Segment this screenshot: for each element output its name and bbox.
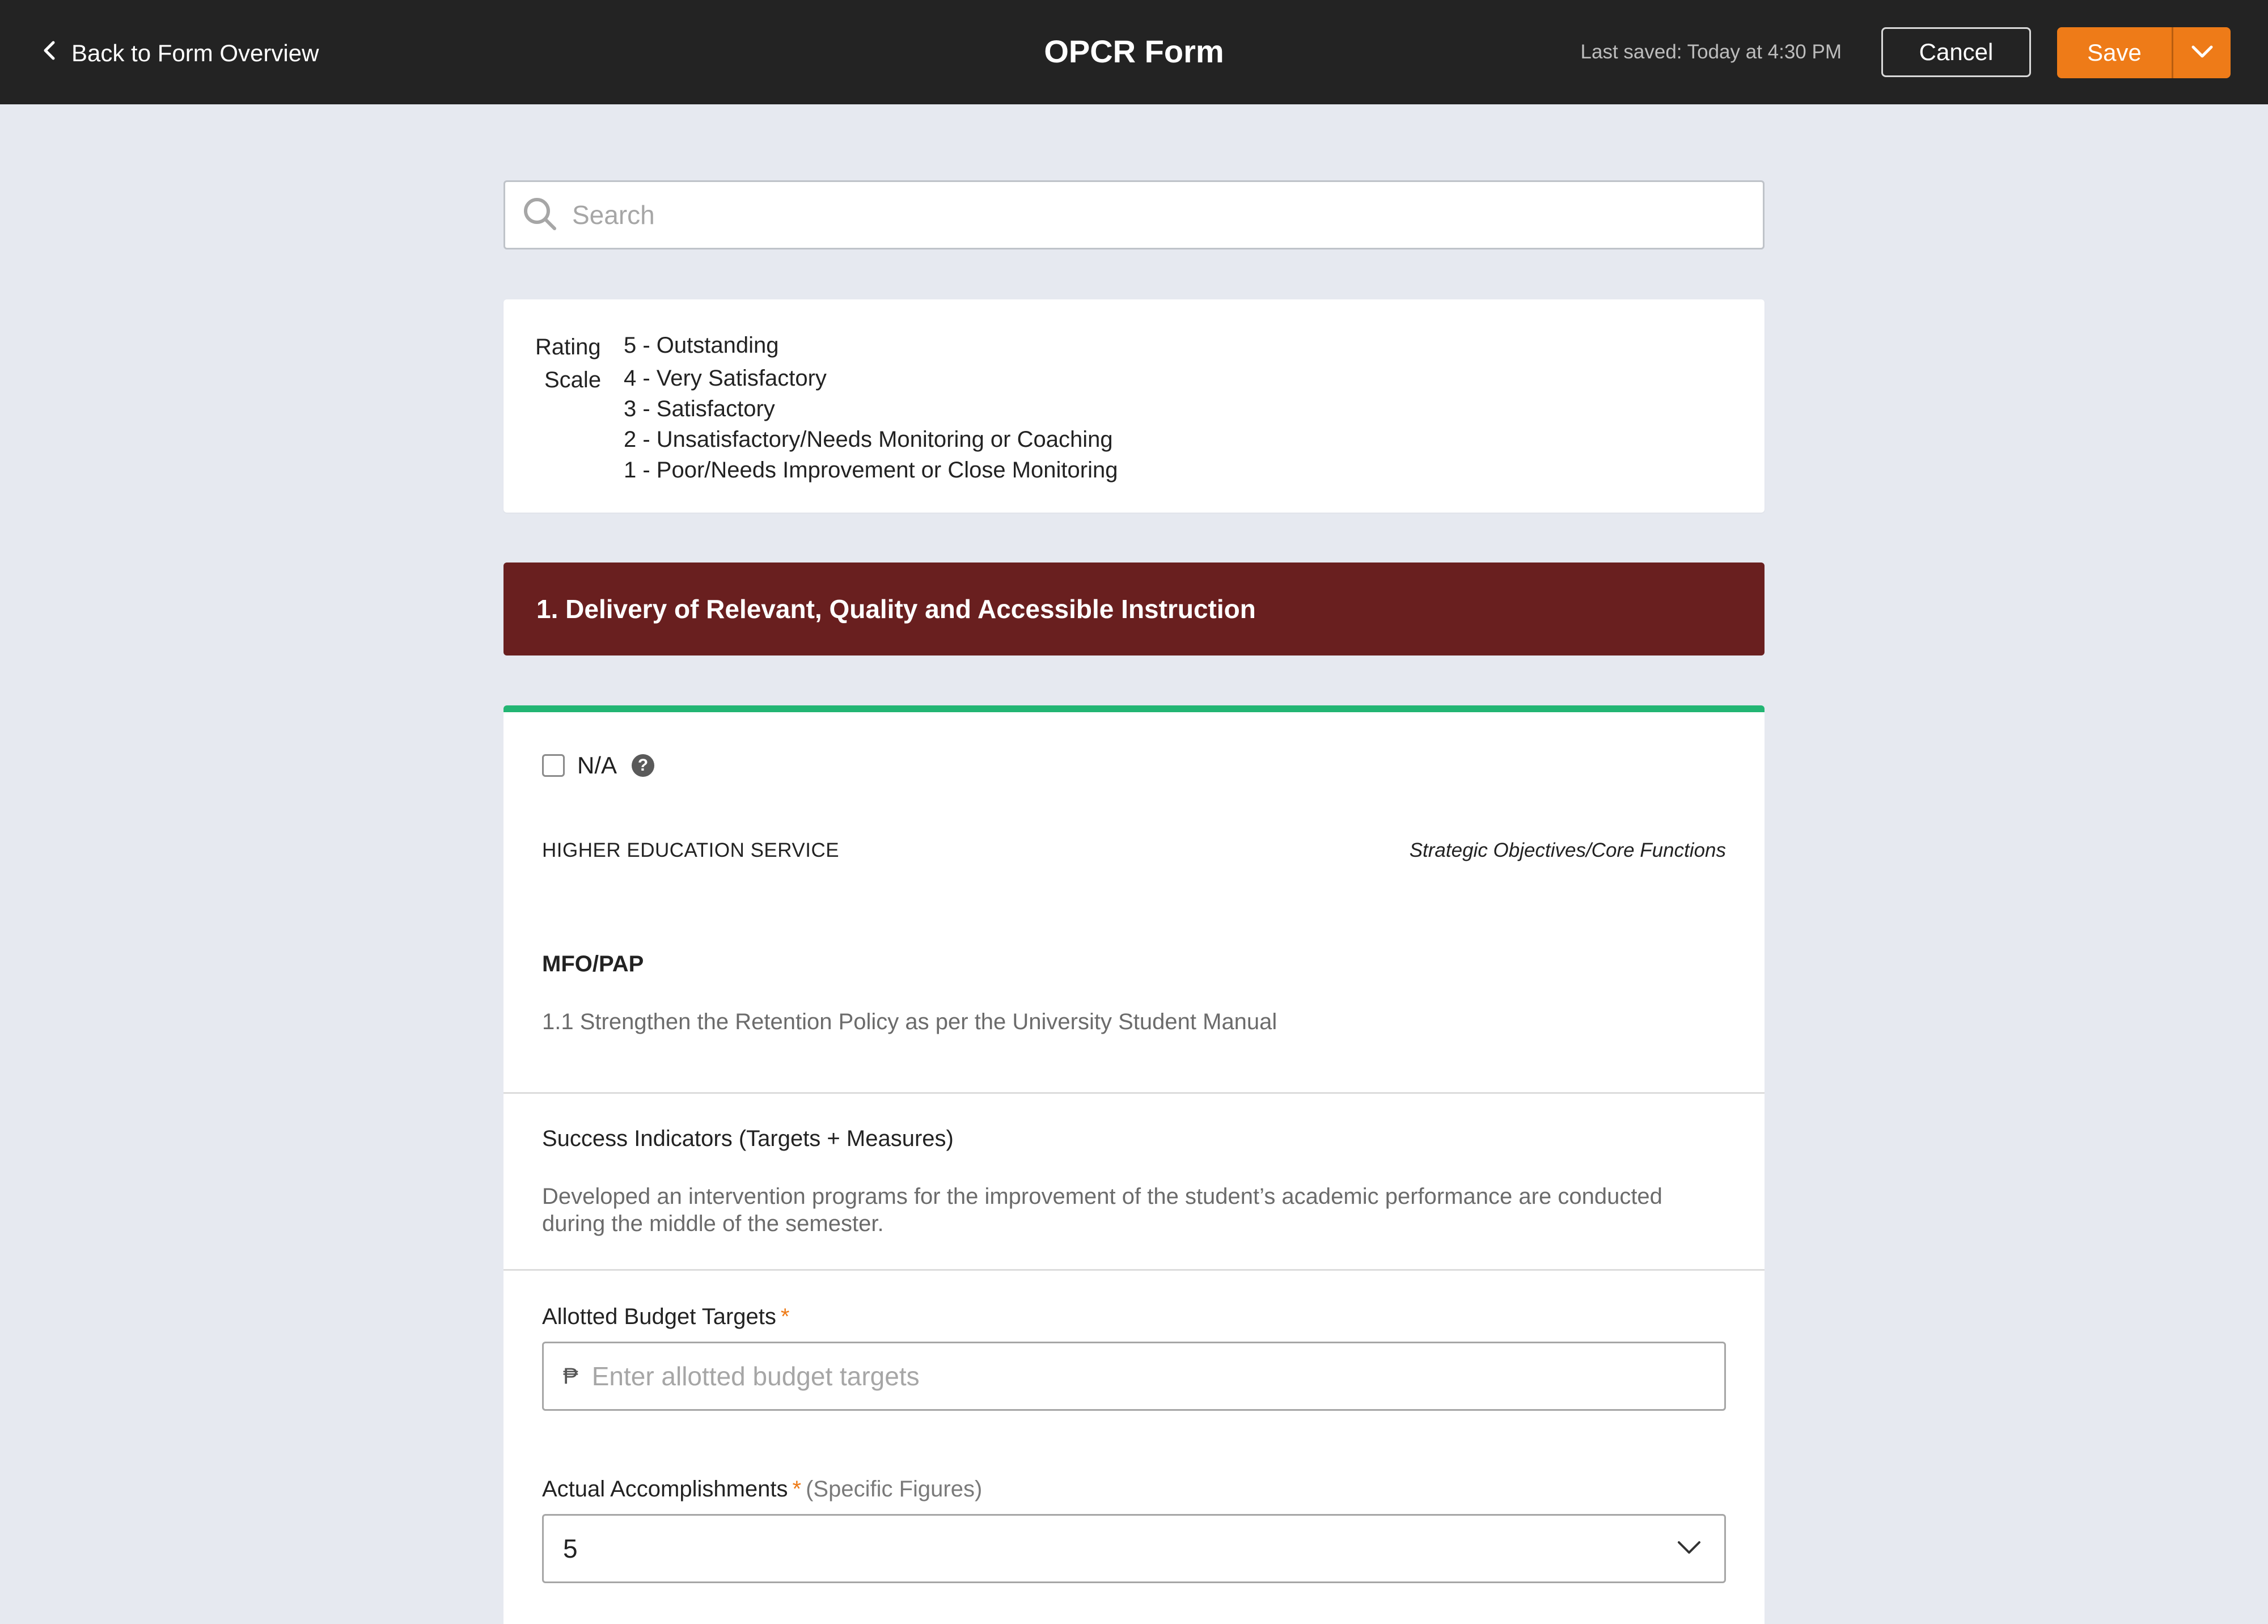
accomplishments-label-text: Actual Accomplishments [542,1477,788,1502]
success-indicators-title: Success Indicators (Targets + Measures) [542,1126,954,1151]
rating-label-line2: Scale [544,367,602,392]
na-checkbox[interactable] [542,754,565,777]
card-status-accent [503,705,1765,712]
help-icon[interactable]: ? [632,754,655,777]
peso-icon: ₱ [563,1363,578,1389]
accomplishments-select[interactable]: 5 [542,1514,1726,1583]
save-options-dropdown[interactable] [2172,27,2231,78]
rating-item: 3 - Satisfactory [624,396,775,421]
search-icon [505,196,571,234]
divider [503,1269,1765,1271]
budget-label: Allotted Budget Targets * [542,1304,789,1330]
mfo-pap-text: 1.1 Strengthen the Retention Policy as p… [542,1009,1277,1034]
search-box [503,180,1765,249]
help-glyph: ? [637,756,649,775]
search-input[interactable] [571,181,1763,248]
na-option: N/A ? [542,752,655,779]
chevron-down-icon [1677,1540,1724,1558]
budget-field: ₱ [542,1342,1726,1411]
na-label: N/A [577,752,617,779]
rating-scale-card: Rating Scale 5 - Outstanding 4 - Very Sa… [503,299,1765,513]
rating-scale-list: 5 - Outstanding 4 - Very Satisfactory 3 … [624,330,1118,485]
budget-label-text: Allotted Budget Targets [542,1304,776,1329]
section-header: 1. Delivery of Relevant, Quality and Acc… [503,563,1765,655]
page-title: OPCR Form [1044,33,1224,69]
save-button-group: Save [2057,27,2231,78]
required-mark: * [792,1477,802,1502]
required-mark: * [780,1304,790,1329]
last-saved-status: Last saved: Today at 4:30 PM [1580,41,1842,63]
form-item-card: N/A ? HIGHER EDUCATION SERVICE Strategic… [503,705,1765,1624]
rating-item: 5 - Outstanding [624,333,779,358]
mfo-pap-title: MFO/PAP [542,951,644,976]
rating-item: 4 - Very Satisfactory [624,366,827,391]
accomplishments-label: Actual Accomplishments * (Specific Figures… [542,1477,982,1502]
divider [503,1092,1765,1094]
budget-input[interactable] [590,1360,1724,1392]
rating-item: 2 - Unsatisfactory/Needs Monitoring or C… [624,427,1113,452]
top-bar: Back to Form Overview OPCR Form Last sav… [0,0,2268,104]
save-button[interactable]: Save [2057,27,2172,78]
back-to-overview-link[interactable]: Back to Form Overview [41,35,319,71]
service-label: HIGHER EDUCATION SERVICE [542,839,840,861]
back-label: Back to Form Overview [71,40,319,66]
success-indicators-text: Developed an intervention programs for t… [542,1184,1662,1236]
cancel-button[interactable]: Cancel [1881,27,2031,77]
rating-item: 1 - Poor/Needs Improvement or Close Moni… [624,458,1118,483]
accomplishments-hint: (Specific Figures) [806,1477,983,1502]
rating-label-line1: Rating [535,335,601,360]
objectives-label: Strategic Objectives/Core Functions [1409,839,1726,861]
chevron-left-icon [41,39,58,67]
accomplishments-value: 5 [563,1534,578,1563]
chevron-down-icon [2191,44,2214,62]
